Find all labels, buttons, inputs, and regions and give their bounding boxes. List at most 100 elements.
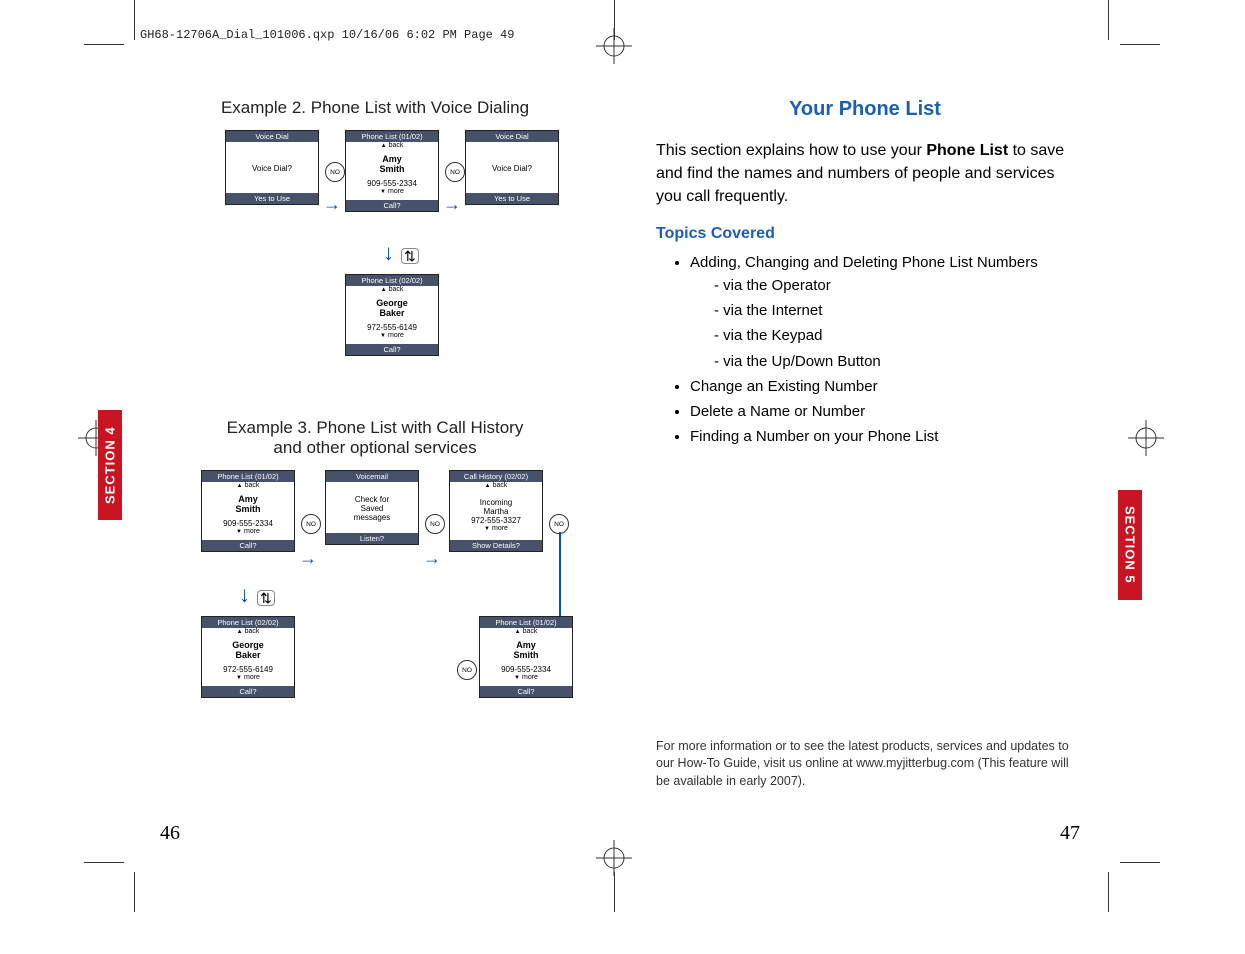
arrow-down-icon: ↓ <box>239 582 250 608</box>
contact-phone: 909-555-2334 <box>348 179 436 188</box>
page-spread: SECTION 4 Example 2. Phone List with Voi… <box>130 60 1114 860</box>
screen-title: Phone List (01/02) <box>202 471 294 482</box>
screen-back-label: back <box>346 286 438 293</box>
screen-more-label: more <box>482 674 570 681</box>
screen-back-label: back <box>202 482 294 489</box>
crop-mark <box>1108 872 1109 912</box>
screen-footer: Call? <box>202 540 294 551</box>
topics-list: Adding, Changing and Deleting Phone List… <box>656 251 1074 449</box>
prepress-header: GH68-12706A_Dial_101006.qxp 10/16/06 6:0… <box>140 28 514 42</box>
screen-title: Phone List (02/02) <box>346 275 438 286</box>
sub-topic-item: via the Up/Down Button <box>714 350 1074 373</box>
page-number-47: 47 <box>1060 822 1080 845</box>
crop-mark <box>84 44 124 45</box>
screen-footer: Listen? <box>326 533 418 544</box>
screen-footer: Yes to Use <box>226 193 318 204</box>
screen-more-label: more <box>452 525 540 532</box>
topic-item: Adding, Changing and Deleting Phone List… <box>690 251 1074 373</box>
topic-sublist: via the Operator via the Internet via th… <box>690 274 1074 373</box>
phone-screen: Phone List (02/02) back George Baker 972… <box>201 616 295 698</box>
phone-screen: Call History (02/02) back Incoming Marth… <box>449 470 543 552</box>
contact-last-name: Baker <box>348 309 436 319</box>
screen-title: Phone List (01/02) <box>346 131 438 142</box>
crop-mark <box>134 872 135 912</box>
screen-title: Voicemail <box>326 471 418 482</box>
screen-back-label: back <box>450 482 542 489</box>
screen-back-label: back <box>480 628 572 635</box>
screen-body-text: Incoming <box>452 498 540 507</box>
sub-topic-item: via the Keypad <box>714 324 1074 347</box>
topic-text: Adding, Changing and Deleting Phone List… <box>690 254 1038 271</box>
phone-screen: Voice Dial Voice Dial? Yes to Use <box>465 130 559 205</box>
screen-footer: Yes to Use <box>466 193 558 204</box>
contact-last-name: Baker <box>204 651 292 661</box>
crop-mark <box>614 872 615 912</box>
topics-covered-heading: Topics Covered <box>656 225 1074 243</box>
intro-text-pre: This section explains how to use your <box>656 142 926 159</box>
phone-screen: Voice Dial Voice Dial? Yes to Use <box>225 130 319 205</box>
contact-phone: 909-555-2334 <box>482 665 570 674</box>
contact-phone: 909-555-2334 <box>204 519 292 528</box>
example-3-title-line2: and other optional services <box>166 438 584 458</box>
phone-screen: Phone List (01/02) back Amy Smith 909-55… <box>345 130 439 212</box>
arrow-right-icon: → <box>299 548 317 569</box>
no-button-icon: NO <box>457 660 477 680</box>
no-button-icon: NO <box>549 514 569 534</box>
screen-more-label: more <box>348 332 436 339</box>
example-2-diagram: Voice Dial Voice Dial? Yes to Use NO → P… <box>175 130 575 410</box>
phone-screen: Phone List (02/02) back George Baker 972… <box>345 274 439 356</box>
screen-body-text: 972-555-3327 <box>452 516 540 525</box>
crop-mark <box>1120 44 1160 45</box>
intro-paragraph: This section explains how to use your Ph… <box>656 139 1074 209</box>
screen-body-text: Voice Dial? <box>468 164 556 173</box>
phone-screen: Phone List (01/02) back Amy Smith 909-55… <box>201 470 295 552</box>
crop-mark <box>134 0 135 40</box>
intro-text-bold: Phone List <box>926 142 1008 159</box>
registration-mark <box>1128 420 1164 456</box>
screen-body-text: Saved <box>328 504 416 513</box>
screen-title: Voice Dial <box>466 131 558 142</box>
no-button-icon: NO <box>445 162 465 182</box>
screen-more-label: more <box>204 674 292 681</box>
topic-item: Delete a Name or Number <box>690 400 1074 423</box>
screen-footer: Call? <box>480 686 572 697</box>
up-down-button-icon: ⇅ <box>401 248 419 264</box>
screen-more-label: more <box>348 188 436 195</box>
arrow-right-icon: → <box>323 194 341 215</box>
screen-footer: Call? <box>346 344 438 355</box>
crop-mark <box>1108 0 1109 40</box>
screen-footer: Call? <box>202 686 294 697</box>
no-button-icon: NO <box>425 514 445 534</box>
topic-item: Change an Existing Number <box>690 375 1074 398</box>
screen-title: Phone List (02/02) <box>202 617 294 628</box>
no-button-icon: NO <box>325 162 345 182</box>
contact-last-name: Smith <box>482 651 570 661</box>
screen-title: Voice Dial <box>226 131 318 142</box>
example-3-title-line1: Example 3. Phone List with Call History <box>166 418 584 438</box>
footer-note: For more information or to see the lates… <box>656 738 1074 791</box>
page-number-46: 46 <box>160 822 180 845</box>
contact-phone: 972-555-6149 <box>348 323 436 332</box>
page-title: Your Phone List <box>656 98 1074 121</box>
registration-mark <box>596 28 632 64</box>
screen-body-text: Voice Dial? <box>228 164 316 173</box>
no-button-icon: NO <box>301 514 321 534</box>
crop-mark <box>1120 862 1160 863</box>
arrow-down-icon: ↓ <box>383 240 394 266</box>
topic-item: Finding a Number on your Phone List <box>690 425 1074 448</box>
phone-screen: Voicemail Check for Saved messages Liste… <box>325 470 419 545</box>
arrow-right-icon: → <box>423 548 441 569</box>
example-3-diagram: Phone List (01/02) back Amy Smith 909-55… <box>175 470 575 750</box>
screen-body-text: Martha <box>452 507 540 516</box>
screen-more-label: more <box>204 528 292 535</box>
page-46: SECTION 4 Example 2. Phone List with Voi… <box>130 60 620 860</box>
phone-screen: Phone List (01/02) back Amy Smith 909-55… <box>479 616 573 698</box>
screen-footer: Show Details? <box>450 540 542 551</box>
contact-last-name: Smith <box>204 505 292 515</box>
screen-title: Call History (02/02) <box>450 471 542 482</box>
screen-back-label: back <box>346 142 438 149</box>
contact-last-name: Smith <box>348 165 436 175</box>
screen-back-label: back <box>202 628 294 635</box>
screen-body-text: Check for <box>328 495 416 504</box>
crop-mark <box>84 862 124 863</box>
